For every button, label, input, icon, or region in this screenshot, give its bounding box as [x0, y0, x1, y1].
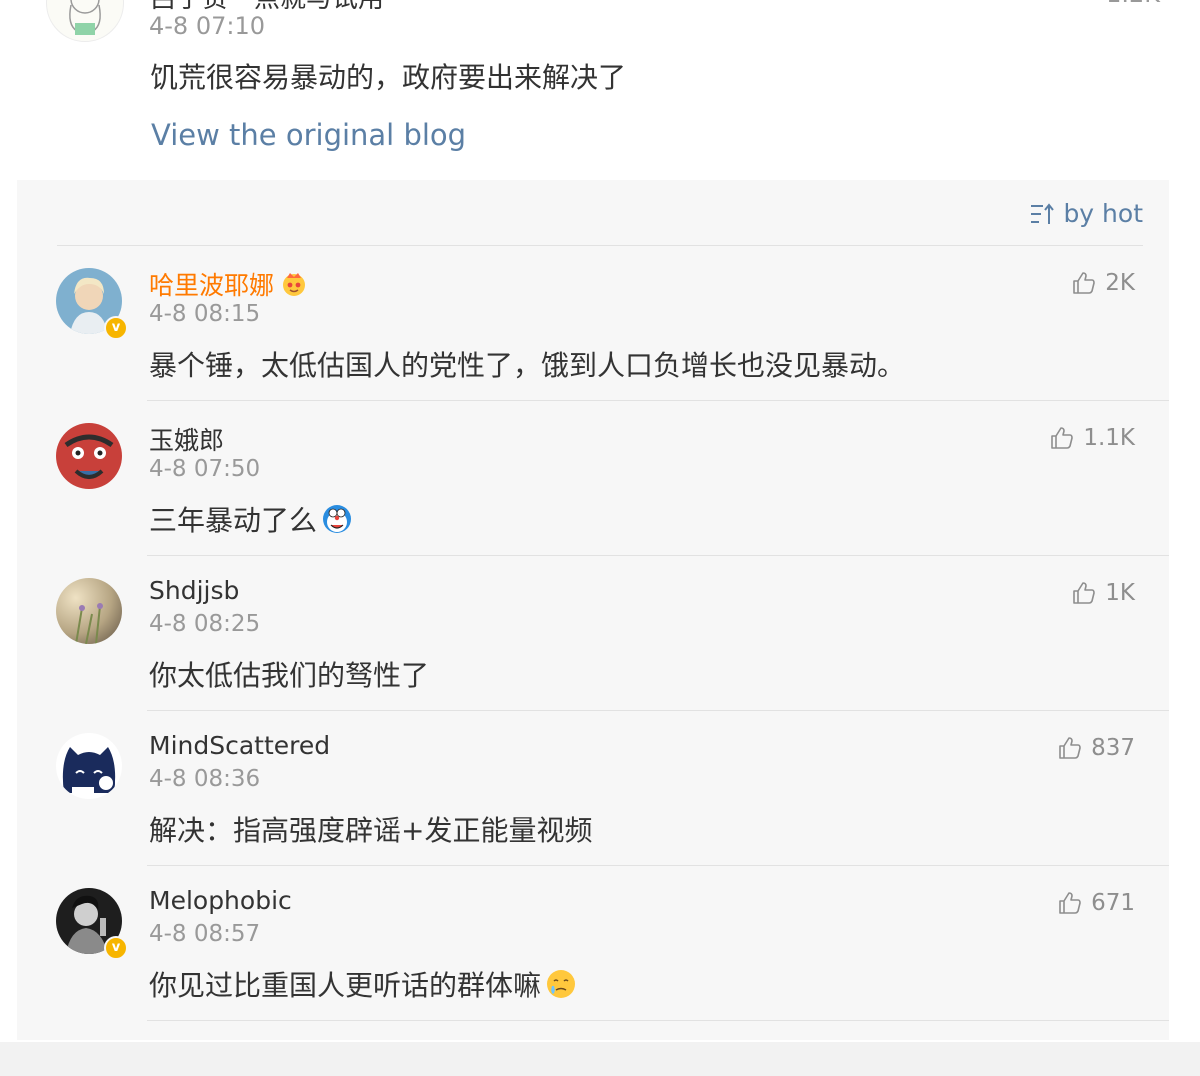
comment-text: 暴个锤，太低估国人的党性了，饿到人口负增长也没见暴动。: [149, 349, 906, 382]
comment-text: 你太低估我们的驽性了: [149, 659, 430, 692]
comment-time: 4-8 08:25: [149, 611, 261, 637]
post-stats: 1.2K: [1106, 0, 1160, 8]
thumbs-up-icon: [1073, 272, 1096, 294]
post-author-avatar[interactable]: [46, 0, 124, 42]
commenter-name[interactable]: Shdjjsb: [149, 576, 239, 605]
comment-item: MindScattered 4-8 08:36 解决：指高强度辟谣+发正能量视频…: [17, 711, 1169, 866]
commenter-name-text: MindScattered: [149, 731, 331, 760]
comment-text: 你见过比重国人更听话的群体嘛: [149, 964, 577, 1004]
thumbs-up-icon: [1051, 427, 1074, 449]
original-post: 吕子贤一点就与试用 4-8 07:10 1.2K 饥荒很容易暴动的，政府要出来解…: [0, 0, 1200, 180]
crown-emoji-icon: [283, 273, 306, 296]
doraemon-emoji-icon: [323, 505, 352, 533]
commenter-name[interactable]: 哈里波耶娜: [149, 266, 308, 302]
commenter-name[interactable]: MindScattered: [149, 731, 330, 760]
sort-label: by hot: [1063, 199, 1143, 228]
verified-badge-icon: v: [104, 316, 128, 340]
like-count: 837: [1091, 735, 1135, 761]
like-count: 671: [1091, 890, 1135, 916]
like-count: 1K: [1105, 580, 1135, 606]
like-button[interactable]: 837: [1057, 735, 1135, 761]
comment-time: 4-8 08:36: [149, 766, 261, 792]
like-button[interactable]: 1.1K: [1049, 425, 1135, 451]
like-count: 1.1K: [1083, 425, 1135, 451]
thumbs-up-icon: [1073, 582, 1096, 604]
sort-by-hot-button[interactable]: by hot: [1029, 199, 1143, 228]
view-original-blog-link[interactable]: View the original blog: [151, 118, 466, 152]
sort-icon: [1031, 202, 1055, 224]
commenter-name[interactable]: Melophobic: [149, 886, 292, 915]
like-button[interactable]: 671: [1057, 890, 1135, 916]
comment-time: 4-8 08:15: [149, 301, 261, 327]
thumbs-up-icon: [1059, 892, 1081, 914]
comment-text-content: 三年暴动了么: [149, 504, 318, 537]
commenter-avatar[interactable]: [56, 733, 122, 799]
comment-time: 4-8 08:57: [149, 921, 261, 947]
comment-item: Shdjjsb 4-8 08:25 你太低估我们的驽性了 1K: [17, 556, 1169, 711]
comment-item: v Melophobic 4-8 08:57 你见过比重国人更听话的群体嘛 67…: [17, 866, 1169, 1021]
comment-text: 三年暴动了么: [149, 499, 353, 539]
comments-panel: by hot v 哈里波耶娜 4-8 08:15 暴个锤，太低估国人的党性了，饿: [17, 180, 1169, 1040]
comment-text: 解决：指高强度辟谣+发正能量视频: [149, 814, 593, 847]
thumbs-up-icon: [1059, 737, 1081, 759]
commenter-name-text: 哈里波耶娜: [149, 271, 275, 300]
comment-item: v 哈里波耶娜 4-8 08:15 暴个锤，太低估国人的党性了，饿到人口负增长也…: [17, 246, 1169, 401]
page-footer-band: [0, 1042, 1200, 1076]
verified-badge-icon: v: [104, 936, 128, 960]
comment-divider: [147, 1020, 1169, 1021]
commenter-name[interactable]: 玉娥郎: [149, 421, 224, 457]
comment-text-content: 你见过比重国人更听话的群体嘛: [149, 969, 542, 1002]
commenter-name-text: Shdjjsb: [149, 576, 240, 605]
comment-item: 玉娥郎 4-8 07:50 三年暴动了么 1.1K: [17, 401, 1169, 556]
like-button[interactable]: 1K: [1071, 580, 1135, 606]
commenter-name-text: Melophobic: [149, 886, 292, 915]
like-button[interactable]: 2K: [1071, 270, 1135, 296]
post-time: 4-8 07:10: [149, 12, 265, 40]
comment-time: 4-8 07:50: [149, 456, 261, 482]
post-stats-value: 1.2K: [1106, 0, 1160, 8]
cold-sweat-emoji-icon: [547, 970, 576, 998]
post-text: 饥荒很容易暴动的，政府要出来解决了: [150, 61, 627, 94]
commenter-avatar[interactable]: [56, 423, 122, 489]
like-count: 2K: [1105, 270, 1135, 296]
commenter-avatar[interactable]: [56, 578, 122, 644]
commenter-name-text: 玉娥郎: [149, 426, 225, 455]
